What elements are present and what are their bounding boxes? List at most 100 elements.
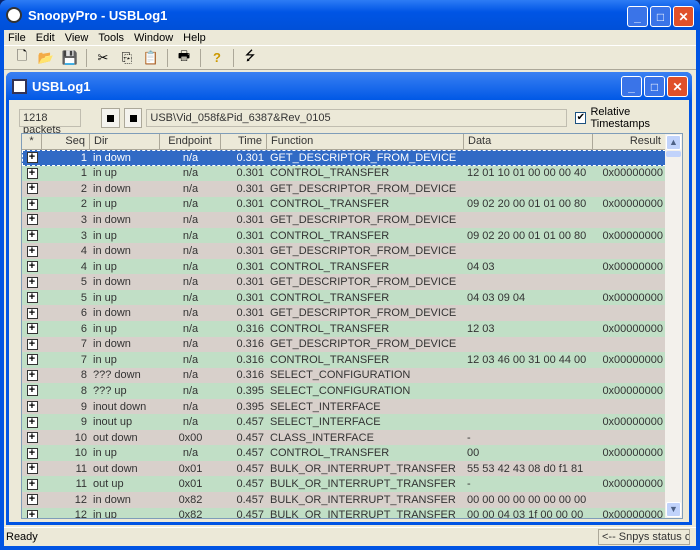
expand-plus-icon[interactable]: + [26,369,38,381]
open-icon[interactable]: 📂 [38,50,54,66]
table-row[interactable]: +3 in up n/a 0.301 CONTROL_TRANSFER 09 02 20 … [22,227,666,244]
table-row[interactable]: +4 in down n/a 0.301 GET_DESCRIPTOR_FROM_DEV… [22,243,666,259]
table-row[interactable]: +10 out down 0x00 0.457 CLASS_INTERFACE - [22,429,666,446]
expand-plus-icon[interactable]: + [26,401,38,413]
table-row[interactable]: +11 out down 0x01 0.457 BULK_OR_INTERRUPT_TR… [22,460,666,477]
expand-plus-icon[interactable]: + [26,416,38,428]
stop-button-2[interactable] [123,108,143,128]
col-header-time[interactable]: Time [221,134,267,149]
expand-plus-icon[interactable]: + [26,509,38,518]
device-path-field[interactable]: USB\Vid_058f&Pid_6387&Rev_0105 [146,109,568,127]
stop-icon [129,114,137,122]
col-header-data[interactable]: Data [464,134,593,149]
expand-plus-icon[interactable]: + [26,354,38,366]
col-header-result[interactable]: Result [593,134,666,149]
help-icon[interactable]: ? [209,50,225,66]
cell-endpoint: 0x82 [178,509,203,519]
expand-plus-icon[interactable]: + [26,432,38,444]
table-row[interactable]: +3 in down n/a 0.301 GET_DESCRIPTOR_FROM_DEV… [22,212,666,228]
expand-plus-icon[interactable]: + [26,494,38,506]
table-row[interactable]: +12 in down 0x82 0.457 BULK_OR_INTERRUPT_TRA… [22,492,666,508]
expand-plus-icon[interactable]: + [26,307,38,319]
expand-plus-icon[interactable]: + [26,198,38,210]
menu-file[interactable]: File [8,32,26,44]
cell-time: 0.301 [236,167,264,180]
menu-help[interactable]: Help [183,32,206,44]
table-row[interactable]: +11 out up 0x01 0.457 BULK_OR_INTERRUPT_TRAN… [22,476,666,493]
new-icon[interactable]: 🗋 [14,48,30,66]
table-row[interactable]: +6 in up n/a 0.316 CONTROL_TRANSFER 12 03 0x00… [22,321,666,337]
minimize-button[interactable]: _ [627,6,648,27]
table-row[interactable]: +6 in down n/a 0.301 GET_DESCRIPTOR_FROM_DEV… [22,305,666,322]
expand-plus-icon[interactable]: + [26,214,38,226]
cell-seq: 9 [80,416,87,429]
title-bar[interactable]: SnoopyPro - USBLog1 _ □ ✕ [0,0,700,30]
expand-cell: + [22,494,42,506]
table-row[interactable]: +5 in up n/a 0.301 CONTROL_TRANSFER 04 03 09 … [22,289,666,306]
usb-icon[interactable]: ⭍ [242,48,258,66]
expand-plus-icon[interactable]: + [26,292,38,304]
table-row[interactable]: +1 in up n/a 0.301 CONTROL_TRANSFER 12 01 10 … [22,165,666,182]
menu-window[interactable]: Window [134,32,173,44]
expand-plus-icon[interactable]: + [26,261,38,273]
table-row[interactable]: +10 in up n/a 0.457 CONTROL_TRANSFER 00 0x0000… [22,445,666,461]
cell-endpoint: n/a [182,338,199,351]
table-row[interactable]: +7 in down n/a 0.316 GET_DESCRIPTOR_FROM_DEV… [22,336,666,353]
maximize-button[interactable]: □ [650,6,671,27]
expand-plus-icon[interactable]: + [26,338,38,350]
scroll-up-button[interactable]: ▲ [666,135,681,150]
col-header-endpoint[interactable]: Endpoint [160,134,221,149]
paste-icon[interactable]: 📋 [143,50,159,66]
cell-function: GET_DESCRIPTOR_FROM_DEVICE [270,338,457,351]
print-icon[interactable]: 🖶 [176,48,192,66]
table-row[interactable]: +7 in up n/a 0.316 CONTROL_TRANSFER 12 03 46 … [22,352,666,368]
expand-plus-icon[interactable]: + [26,447,38,459]
table-row[interactable]: +8 ??? down n/a 0.316 SELECT_CONFIGURATION [22,367,666,384]
expand-plus-icon[interactable]: + [26,323,38,335]
save-icon[interactable]: 💾 [62,50,78,66]
child-close-button[interactable]: ✕ [667,76,688,97]
table-row[interactable]: +5 in down n/a 0.301 GET_DESCRIPTOR_FROM_DEV… [22,274,666,290]
menu-view[interactable]: View [65,32,89,44]
expand-plus-icon[interactable]: + [26,152,38,164]
expand-plus-icon[interactable]: + [26,385,38,397]
table-row[interactable]: +2 in down n/a 0.301 GET_DESCRIPTOR_FROM_DEV… [22,181,666,197]
table-row[interactable]: +12 in up 0x82 0.457 BULK_OR_INTERRUPT_TRANS… [22,507,666,519]
table-row[interactable]: +4 in up n/a 0.301 CONTROL_TRANSFER 04 03 0x00… [22,258,666,275]
col-header-dir[interactable]: Dir [90,134,160,149]
menu-tools[interactable]: Tools [98,32,124,44]
vertical-scrollbar[interactable]: ▲ ▼ [665,134,682,518]
col-header-seq[interactable]: Seq [42,134,90,149]
scroll-down-button[interactable]: ▼ [666,502,681,517]
relative-timestamps-checkbox[interactable]: ✔ Relative Timestamps [575,106,685,130]
cell-dir: out down [93,462,138,475]
menu-edit[interactable]: Edit [36,32,55,44]
cut-icon[interactable]: ✂ [95,50,111,66]
table-row[interactable]: +1 in down n/a 0.301 GET_DESCRIPTOR_FROM_DEV… [22,150,666,166]
table-row[interactable]: +9 inout down n/a 0.395 SELECT_INTERFACE [22,398,666,415]
close-button[interactable]: ✕ [673,6,694,27]
table-row[interactable]: +2 in up n/a 0.301 CONTROL_TRANSFER 09 02 20 … [22,196,666,213]
table-row[interactable]: +8 ??? up n/a 0.395 SELECT_CONFIGURATION 0x00… [22,383,666,399]
stop-button-1[interactable] [100,108,120,128]
expand-plus-icon[interactable]: + [26,183,38,195]
cell-result: 0x00000000 [602,416,663,429]
scroll-thumb[interactable] [666,151,681,157]
child-maximize-button[interactable]: □ [644,76,665,97]
cell-dir: in up [93,167,117,180]
col-header-function[interactable]: Function [267,134,464,149]
child-minimize-button[interactable]: _ [621,76,642,97]
packet-list[interactable]: * Seq Dir Endpoint Time Function Data Re… [21,133,683,519]
expand-plus-icon[interactable]: + [26,167,38,179]
col-header-star[interactable]: * [22,134,42,149]
expand-plus-icon[interactable]: + [26,245,38,257]
expand-plus-icon[interactable]: + [26,276,38,288]
cell-function: CONTROL_TRANSFER [270,167,390,180]
expand-cell: + [22,416,42,428]
copy-icon[interactable]: ⎘ [119,50,135,66]
table-row[interactable]: +9 inout up n/a 0.457 SELECT_INTERFACE 0x0000… [22,414,666,430]
expand-plus-icon[interactable]: + [26,230,38,241]
expand-plus-icon[interactable]: + [26,463,38,475]
child-title-bar[interactable]: USBLog1 _ □ ✕ [6,72,692,100]
expand-plus-icon[interactable]: + [26,478,38,490]
